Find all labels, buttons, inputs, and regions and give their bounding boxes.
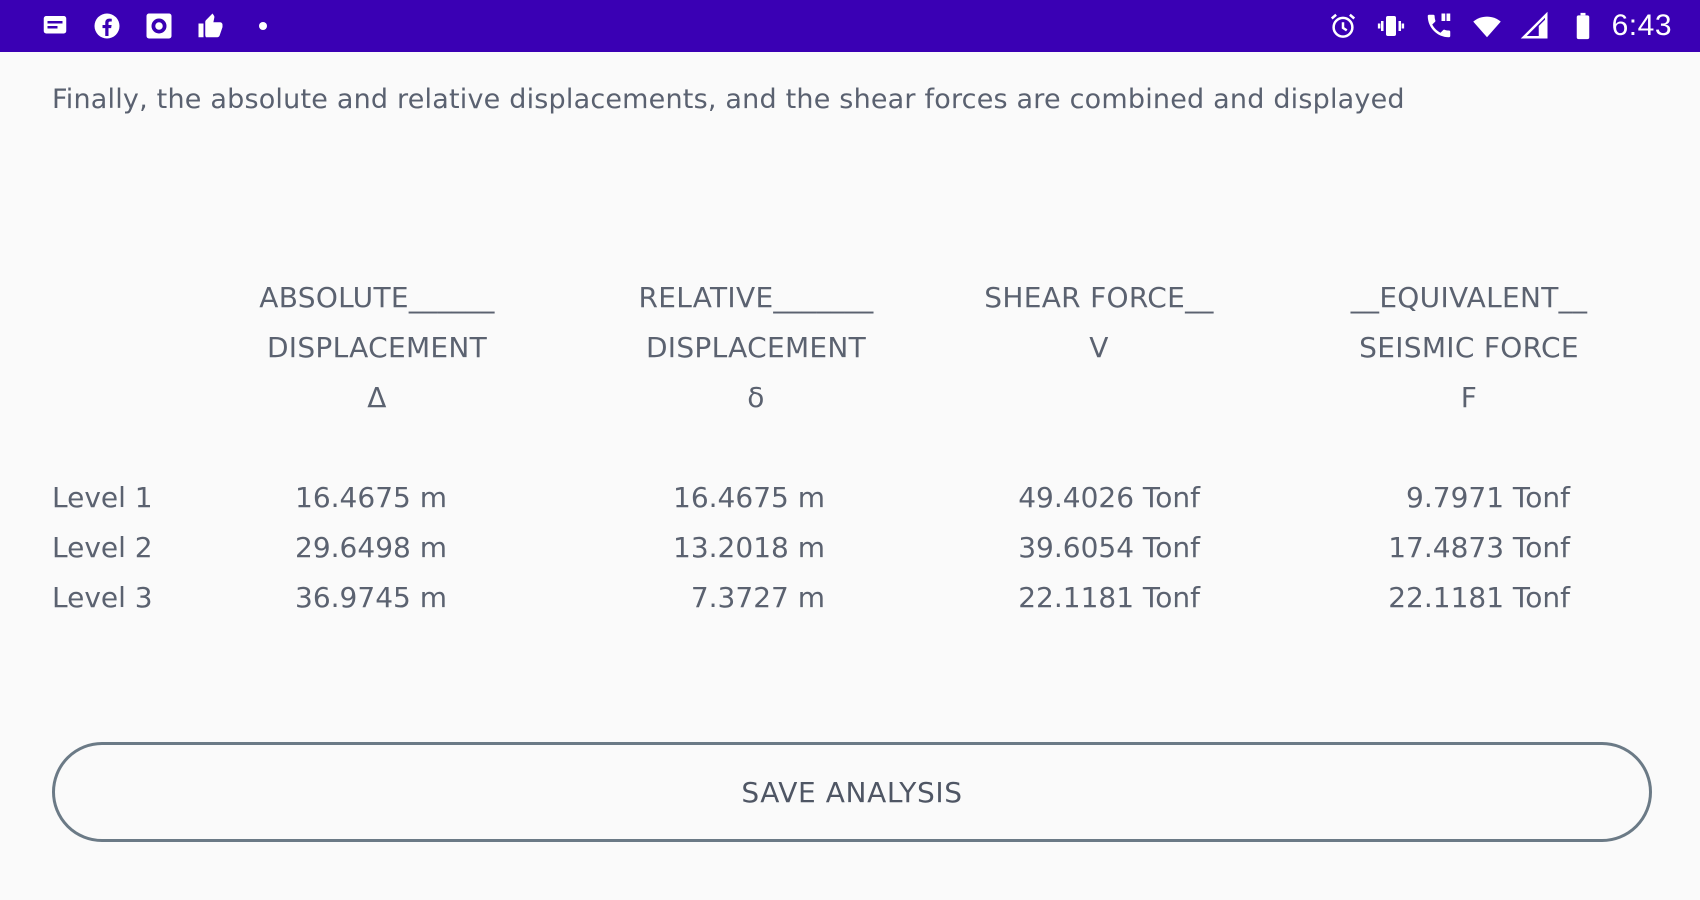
table-cell-r1-c1: 16.4675 m [295,481,447,514]
table-cell-r1-c2: 16.4675 m [673,481,825,514]
save-analysis-button[interactable]: SAVE ANALYSIS [52,742,1652,842]
column-header-2-line-3: δ [747,381,765,414]
row-label-level-2: Level 2 [52,531,153,564]
column-header-3-line-2: V [1089,331,1109,364]
status-bar: 6:43 [0,0,1700,52]
intro-text: Finally, the absolute and relative displ… [52,84,1405,115]
wifi-icon [1472,11,1502,41]
table-cell-r3-c4: 22.1181 Tonf [1388,581,1570,614]
status-bar-notifications [40,11,300,41]
column-header-1-line-2: DISPLACEMENT [266,331,488,364]
column-header-4-line-1: __EQUIVALENT__ [1350,281,1588,314]
table-cell-r2-c1: 29.6498 m [295,531,447,564]
column-header-4-line-2: SEISMIC FORCE [1359,331,1579,364]
alarm-icon [1328,11,1358,41]
message-icon [40,11,70,41]
table-cell-r2-c2: 13.2018 m [673,531,825,564]
status-time: 6:43 [1611,9,1672,42]
table-cell-r2-c4: 17.4873 Tonf [1388,531,1570,564]
volte-call-icon [1424,11,1454,41]
table-cell-r1-c3: 49.4026 Tonf [1018,481,1200,514]
facebook-icon [92,11,122,41]
column-header-2-line-1: RELATIVE_______ [638,281,874,314]
cell-signal-icon [1520,11,1550,41]
table-cell-r3-c1: 36.9745 m [295,581,447,614]
gallery-icon [144,11,174,41]
vibrate-icon [1376,11,1406,41]
column-header-3-line-1: SHEAR FORCE__ [984,281,1214,314]
column-header-1-line-3: Δ [367,381,387,414]
table-cell-r1-c4: 9.7971 Tonf [1406,481,1570,514]
column-header-1-line-1: ABSOLUTE______ [259,281,495,314]
table-cell-r3-c3: 22.1181 Tonf [1018,581,1200,614]
status-bar-system: 6:43 [1310,9,1672,43]
thumbs-up-icon [196,11,226,41]
row-label-level-3: Level 3 [52,581,153,614]
table-cell-r2-c3: 39.6054 Tonf [1018,531,1200,564]
column-header-2-line-2: DISPLACEMENT [645,331,867,364]
column-header-4-line-3: F [1460,381,1478,414]
dot-icon [248,11,278,41]
battery-icon [1568,11,1598,41]
row-label-level-1: Level 1 [52,481,153,514]
table-cell-r3-c2: 7.3727 m [690,581,825,614]
